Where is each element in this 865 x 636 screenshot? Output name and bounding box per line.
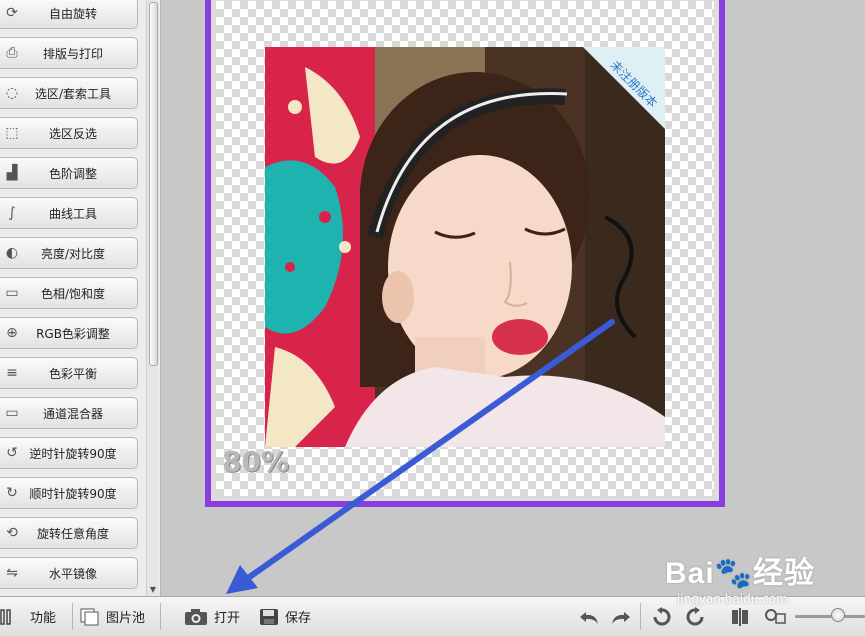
zoom-slider-thumb[interactable] — [831, 608, 845, 622]
scrollbar-thumb[interactable] — [149, 2, 158, 366]
curves-icon: ∫ — [8, 205, 16, 221]
baidu-jingyan-logo: Bai🐾经验 — [665, 557, 816, 590]
levels-icon: ▟ — [6, 165, 18, 181]
rgb-circles-icon: ⊕ — [6, 325, 18, 341]
tool-button[interactable]: ▭ 色相/饱和度 — [0, 277, 138, 309]
tool-button[interactable]: ↻ 顺时针旋转90度 — [0, 477, 138, 509]
tool-button-label: 色彩平衡 — [48, 366, 97, 381]
contrast-icon: ◐ — [5, 245, 19, 261]
tool-button[interactable]: ↺ 逆时针旋转90度 — [0, 437, 138, 469]
floppy-disk-icon — [259, 608, 279, 626]
watermark-url: jingyan.baidu.com — [677, 592, 788, 606]
function-label: 功能 — [30, 611, 57, 626]
tool-button-label: 选区/套索工具 — [34, 86, 112, 101]
zoom-icon — [764, 607, 786, 627]
tool-button-label: 旋转任意角度 — [36, 526, 109, 541]
baidu-watermark: Bai🐾经验 jingyan.baidu.com — [665, 548, 816, 606]
tool-button[interactable]: ⇋ 水平镜像 — [0, 557, 138, 589]
tool-button[interactable]: ▟ 色阶调整 — [0, 157, 138, 189]
invert-selection-icon: ⬚ — [5, 125, 19, 141]
tool-button[interactable]: ⬚ 选区反选 — [0, 117, 138, 149]
toolbar-separator — [640, 603, 641, 630]
printer-icon: ⎙ — [6, 45, 18, 61]
tool-button-label: 逆时针旋转90度 — [29, 446, 117, 461]
tool-button-label: 亮度/对比度 — [40, 246, 106, 261]
zoom-level-label: 80% — [222, 445, 290, 478]
picture-pool-label: 图片池 — [106, 611, 146, 626]
tool-button[interactable]: ≡ 色彩平衡 — [0, 357, 138, 389]
tool-button-label: 排版与打印 — [42, 46, 103, 61]
photo-image[interactable]: 未注册版本 — [265, 47, 665, 447]
channel-mixer-icon: ▭ — [5, 405, 19, 421]
tool-button[interactable]: ⎙ 排版与打印 — [0, 37, 138, 69]
tool-button-label: 色阶调整 — [48, 166, 97, 181]
camera-icon — [184, 608, 208, 626]
tool-button[interactable]: ▭ 通道混合器 — [0, 397, 138, 429]
save-label: 保存 — [285, 611, 312, 626]
tool-button-label: RGB色彩调整 — [36, 326, 110, 341]
tool-button-label: 色相/饱和度 — [40, 286, 106, 301]
rotate-right-icon — [685, 606, 705, 627]
rotate-left-button[interactable] — [652, 597, 678, 636]
panel-toggle-icon — [0, 608, 14, 625]
photo-illustration: 未注册版本 — [265, 47, 665, 447]
tool-button-label: 顺时针旋转90度 — [29, 486, 117, 501]
tool-button-label: 水平镜像 — [48, 566, 97, 581]
open-label: 打开 — [214, 611, 241, 626]
tool-button-label: 曲线工具 — [48, 206, 97, 221]
tool-button[interactable]: ◌ 选区/套索工具 — [0, 77, 138, 109]
rotate-any-icon: ⟲ — [6, 525, 18, 541]
redo-button[interactable] — [610, 597, 638, 636]
zoom-slider-track[interactable] — [795, 615, 865, 618]
function-button[interactable]: 功能 — [0, 597, 56, 636]
rotate-cw-90-icon: ↻ — [6, 485, 18, 501]
tool-button[interactable]: ⟲ 旋转任意角度 — [0, 517, 138, 549]
rotate-ccw-90-icon: ↺ — [6, 445, 18, 461]
rotate-icon: ⟳ — [6, 5, 18, 21]
tool-panel-scrollbar[interactable]: ▼ — [146, 0, 159, 596]
hue-saturation-icon: ▭ — [5, 285, 19, 301]
tool-button-label: 通道混合器 — [42, 406, 103, 421]
toolbar-separator — [160, 603, 161, 630]
lasso-icon: ◌ — [5, 85, 19, 101]
tool-button[interactable]: ⊕ RGB色彩调整 — [0, 317, 138, 349]
tool-button[interactable]: ◐ 亮度/对比度 — [0, 237, 138, 269]
toolbar-separator — [72, 603, 73, 630]
balance-sliders-icon: ≡ — [6, 365, 18, 381]
tool-button[interactable]: ∫ 曲线工具 — [0, 197, 138, 229]
undo-icon — [578, 608, 600, 626]
tool-button-label: 选区反选 — [48, 126, 97, 141]
tool-panel: ⟳ 自由旋转 ⎙ 排版与打印 ◌ 选区/套索工具 ⬚ 选区反选 ▟ 色阶调整 ∫ 曲线工具 ◐ 亮度/对比… — [0, 0, 161, 596]
mirror-icon: ⇋ — [6, 565, 18, 581]
undo-button[interactable] — [578, 597, 606, 636]
redo-icon — [610, 608, 632, 626]
scroll-down-arrow-icon[interactable]: ▼ — [149, 585, 157, 594]
tool-button-label: 自由旋转 — [48, 6, 97, 21]
rotate-left-icon — [652, 606, 672, 627]
compare-icon — [730, 607, 750, 627]
open-button[interactable]: 打开 — [184, 597, 240, 636]
picture-pool-button[interactable]: 图片池 — [80, 597, 145, 636]
picture-pool-icon — [80, 608, 100, 626]
save-button[interactable]: 保存 — [259, 597, 311, 636]
tool-button[interactable]: ⟳ 自由旋转 — [0, 0, 138, 29]
